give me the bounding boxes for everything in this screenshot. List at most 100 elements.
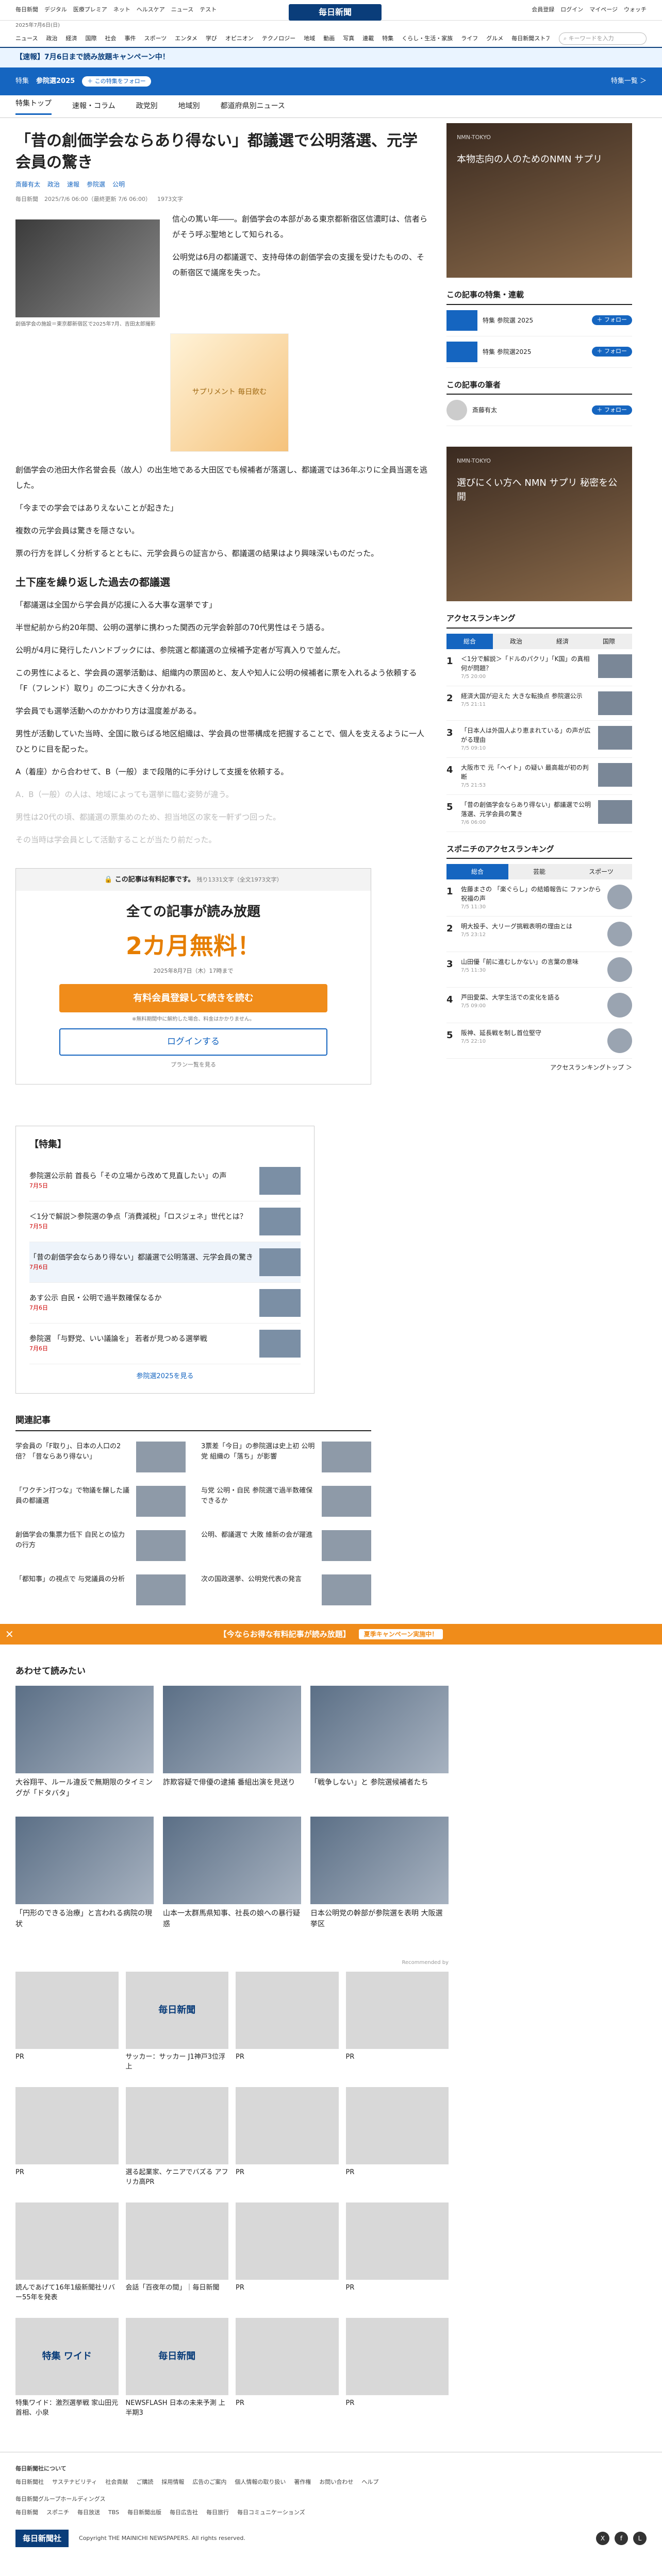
- nav-item[interactable]: スポーツ: [144, 35, 167, 43]
- series-item[interactable]: 参院選 「与野党、いい議論を」 若者が見つめる選挙戦 7月6日: [29, 1324, 301, 1364]
- account-link[interactable]: マイページ: [589, 6, 618, 14]
- footer-link[interactable]: 採用情報: [161, 2478, 184, 2487]
- nav-item[interactable]: 経済: [65, 35, 77, 43]
- sports-tab[interactable]: 芸能: [508, 864, 570, 879]
- special-list-link[interactable]: 特集一覧 ＞: [611, 76, 647, 87]
- footer-link[interactable]: 広告のご案内: [192, 2478, 226, 2487]
- group-link[interactable]: 毎日旅行: [206, 2509, 229, 2517]
- sponsored-card[interactable]: PR: [345, 1971, 449, 2080]
- ranking-item[interactable]: 2 経済大国が迎えた 大きな転換点 参院選公示 7/5 21:11: [446, 686, 632, 721]
- ad-image[interactable]: サプリメント 毎日飲む: [170, 333, 289, 452]
- sponsored-card[interactable]: PR: [15, 2087, 119, 2195]
- sports-tab[interactable]: スポーツ: [570, 864, 632, 879]
- group-link[interactable]: スポニチ: [46, 2509, 69, 2517]
- nav-item[interactable]: 地域: [304, 35, 315, 43]
- follow-button[interactable]: ＋ この特集をフォロー: [82, 76, 151, 87]
- footer-link[interactable]: お問い合わせ: [319, 2478, 353, 2487]
- top-link[interactable]: ヘルスケア: [137, 6, 165, 14]
- tab-item[interactable]: 特集トップ: [15, 98, 52, 115]
- article-photo[interactable]: [15, 219, 160, 317]
- nav-item[interactable]: ニュース: [15, 35, 38, 43]
- top-link[interactable]: ニュース: [171, 6, 193, 14]
- sponsored-card[interactable]: PR: [345, 2087, 449, 2195]
- related-item[interactable]: 与党 公明・自民 参院選で過半数確保できるか: [201, 1486, 371, 1520]
- sports-item[interactable]: 2 明大投手、大リーグ挑戦表明の理由とは 7/5 23:12: [446, 917, 632, 952]
- nav-item[interactable]: くらし・生活・家族: [402, 35, 453, 43]
- group-link[interactable]: TBS: [108, 2509, 119, 2517]
- nav-item[interactable]: 学び: [206, 35, 217, 43]
- footer-link[interactable]: 社会貢献: [105, 2478, 128, 2487]
- related-item[interactable]: 3票差「今日」の参院選は史上初 公明党 組織の「落ち」が影響: [201, 1442, 371, 1476]
- footer-link[interactable]: 個人情報の取り扱い: [235, 2478, 286, 2487]
- recommended-card[interactable]: 「円形のできる治療」と言われる病院の現状: [15, 1816, 154, 1938]
- nav-item[interactable]: 連載: [362, 35, 374, 43]
- promo-banner[interactable]: 【速報】7月6日まで読み放題キャンペーン中！: [0, 48, 662, 67]
- follow-item-title[interactable]: 特集 参院選 2025: [483, 316, 587, 325]
- tab-item[interactable]: 地域別: [178, 101, 200, 112]
- nav-item[interactable]: オピニオン: [225, 35, 254, 43]
- ranking-item[interactable]: 3 「日本人は外国人より恵まれている」の声が広がる理由 7/5 09:10: [446, 721, 632, 758]
- sponsored-card[interactable]: 選る起業家、ケニアでバズる アフリカ高PR: [125, 2087, 228, 2195]
- footer-logo[interactable]: 毎日新聞社: [15, 2529, 69, 2547]
- related-item[interactable]: 創価学会の集票力低下 自民との協力の行方: [15, 1530, 186, 1564]
- nav-item[interactable]: エンタメ: [175, 35, 197, 43]
- campaign-ribbon[interactable]: ✕ 【今ならお得な有料記事が読み放題】 夏季キャンペーン実施中！: [0, 1624, 662, 1645]
- recommended-card[interactable]: 詐欺容疑で俳優の逮捕 番組出演を見送り: [163, 1685, 301, 1807]
- top-link[interactable]: 毎日新聞: [15, 6, 38, 14]
- nav-item[interactable]: 写真: [343, 35, 354, 43]
- series-item[interactable]: あす公示 自民・公明で過半数確保なるか 7月6日: [29, 1283, 301, 1324]
- group-link[interactable]: 毎日コミュニケーションズ: [237, 2509, 305, 2517]
- series-item[interactable]: ＜1分で解説＞参院選の争点「消費減税」「ロスジェネ」世代とは？ 7月5日: [29, 1201, 301, 1242]
- related-item[interactable]: 次の国政選挙、公明党代表の発言: [201, 1574, 371, 1608]
- ranking-tab[interactable]: 国際: [586, 633, 632, 649]
- series-item[interactable]: 「昔の創価学会ならあり得ない」都議選で公明落選、元学会員の驚き 7月6日: [29, 1242, 301, 1283]
- related-item[interactable]: 「ワクチン打つな」で物議を醸した議員の都議選: [15, 1486, 186, 1520]
- nav-item[interactable]: グルメ: [486, 35, 503, 43]
- tab-item[interactable]: 都道府県別ニュース: [221, 101, 285, 112]
- sponsored-card[interactable]: 毎日新聞 NEWSFLASH 日本の未来予測 上半期3: [125, 2317, 228, 2426]
- plan-link[interactable]: プラン一覧を見る: [16, 1061, 371, 1070]
- related-item[interactable]: 学会員の「F取り」、日本の人口の2倍？「昔ならあり得ない」: [15, 1442, 186, 1476]
- ranking-item[interactable]: 4 大阪市で 元「ヘイト」の疑い 最高裁が初の判断 7/5 21:53: [446, 758, 632, 795]
- ranking-item[interactable]: 5 「昔の創価学会ならあり得ない」都議選で公明落選、元学会員の驚き 7/6 06:0…: [446, 795, 632, 832]
- sports-item[interactable]: 1 佐藤まさの 「楽ぐらし」の結婚報告に ファンから祝福の声 7/5 11:30: [446, 879, 632, 917]
- recommended-card[interactable]: 日本公明党の幹部が参院選を表明 大阪選挙区: [310, 1816, 449, 1938]
- related-item[interactable]: 公明、都議選で 大敗 維新の会が躍進: [201, 1530, 371, 1564]
- nav-item[interactable]: 事件: [124, 35, 136, 43]
- sidebar-ad[interactable]: NMN-TOKYO 本物志向の人のためのNMN サプリ: [446, 123, 632, 278]
- sponsored-card[interactable]: PR: [236, 1971, 339, 2080]
- sponsored-card[interactable]: PR: [236, 2087, 339, 2195]
- footer-link[interactable]: 著作権: [294, 2478, 311, 2487]
- top-link[interactable]: ネット: [113, 6, 130, 14]
- sidebar-ad-2[interactable]: NMN-TOKYO 選びにくい方へ NMN サプリ 秘密を公開: [446, 447, 632, 601]
- group-link[interactable]: 毎日広告社: [170, 2509, 198, 2517]
- author-tag[interactable]: 斎藤有太: [15, 180, 40, 189]
- related-item[interactable]: 「都知事」の視点で 与党議員の分析: [15, 1574, 186, 1608]
- footer-link[interactable]: サステナビリティ: [52, 2478, 97, 2487]
- follow-item-title[interactable]: 特集 参院選2025: [483, 347, 587, 357]
- sponsored-card[interactable]: PR: [345, 2202, 449, 2311]
- sponsored-card[interactable]: PR: [236, 2202, 339, 2311]
- site-logo[interactable]: 毎日新聞: [289, 4, 382, 21]
- facebook-icon[interactable]: f: [615, 2531, 628, 2545]
- sports-item[interactable]: 4 芦田愛菜、大学生活での変化を語る 7/5 09:00: [446, 988, 632, 1023]
- ranking-tab[interactable]: 総合: [446, 633, 493, 649]
- tab-item[interactable]: 速報・コラム: [72, 101, 115, 112]
- recommended-card[interactable]: 大谷翔平、ルール違反で無期限のタイミングが「ドタバタ」: [15, 1685, 154, 1807]
- sports-tab[interactable]: 総合: [446, 864, 508, 879]
- recommended-card[interactable]: 山本一太群馬県知事、社長の娘への暴行疑惑: [163, 1816, 301, 1938]
- series-item[interactable]: 参院選公示前 首長ら「その立場から改めて見直したい」の声 7月5日: [29, 1161, 301, 1201]
- sponsored-card[interactable]: PR: [15, 1971, 119, 2080]
- nav-item[interactable]: 特集: [382, 35, 393, 43]
- sponsored-card[interactable]: 会話「百夜年の間」｜毎日新聞: [125, 2202, 228, 2311]
- series-more-link[interactable]: 参院選2025を見る: [29, 1371, 301, 1382]
- top-link[interactable]: デジタル: [44, 6, 67, 14]
- nav-item[interactable]: ライフ: [461, 35, 478, 43]
- line-icon[interactable]: L: [633, 2531, 647, 2545]
- nav-item[interactable]: 国際: [85, 35, 96, 43]
- sports-item[interactable]: 5 阪神、延長戦を制し首位堅守 7/5 22:10: [446, 1023, 632, 1059]
- ranking-tab[interactable]: 経済: [539, 633, 586, 649]
- author-tag[interactable]: 政治: [47, 180, 60, 189]
- ranking-item[interactable]: 1 ＜1分で解説＞「ドルのパクリ」「K国」の真相 何が問題？ 7/5 20:00: [446, 649, 632, 686]
- nav-item[interactable]: テクノロジー: [262, 35, 295, 43]
